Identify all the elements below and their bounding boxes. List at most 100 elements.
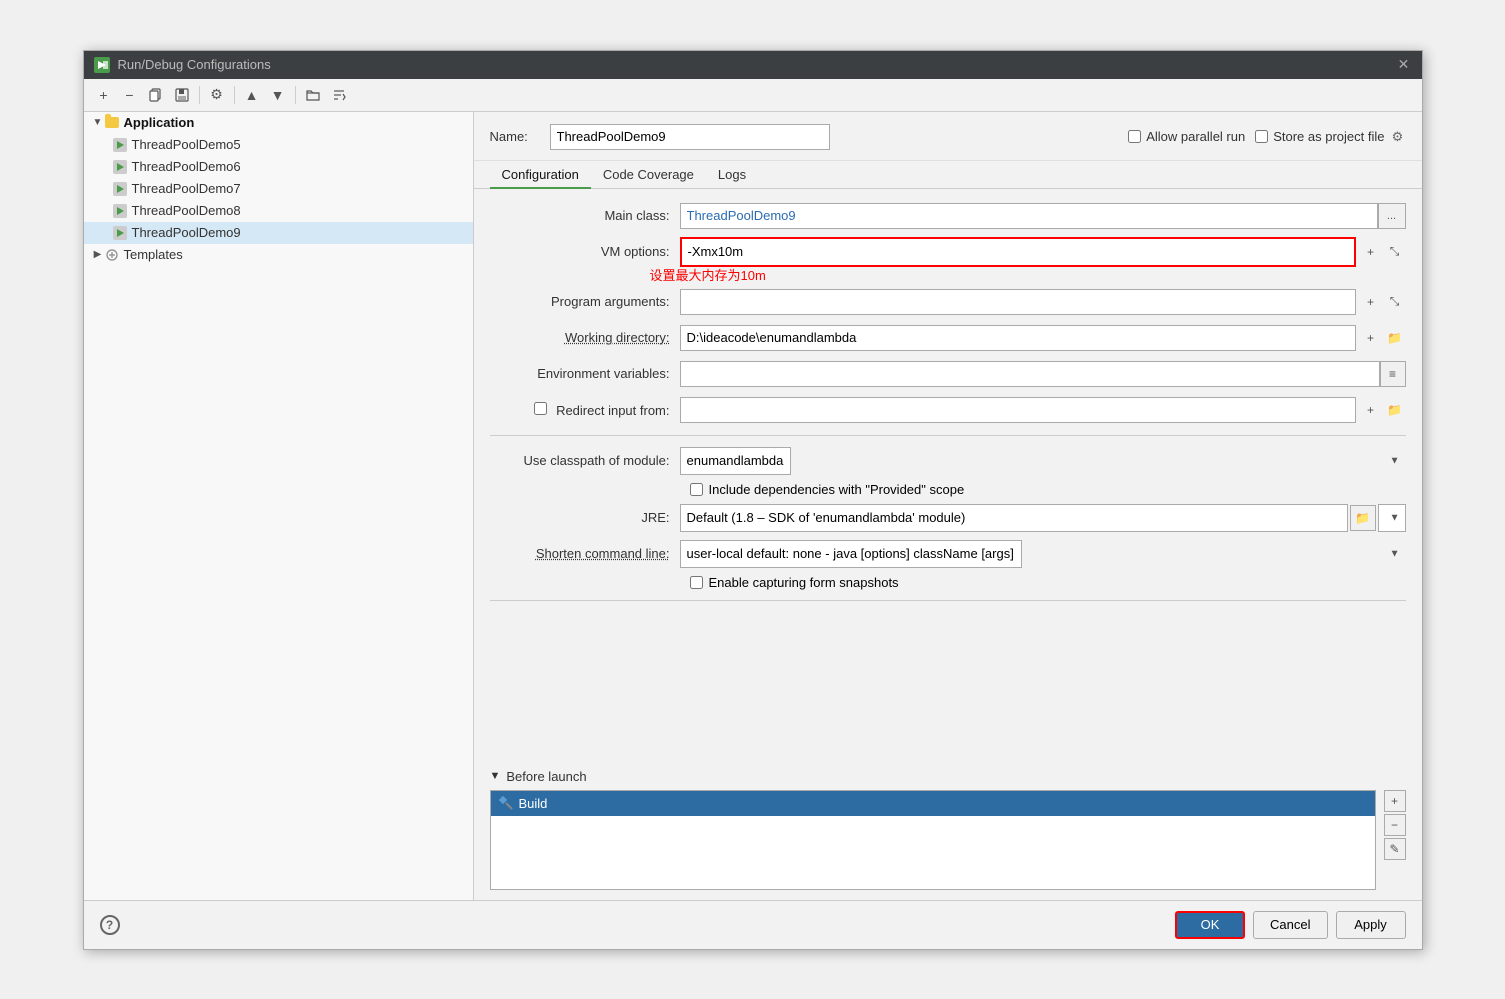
include-deps-row: Include dependencies with "Provided" sco… [490,482,1406,497]
program-args-label: Program arguments: [490,294,680,309]
copy-config-button[interactable] [144,83,168,107]
tree-item-demo8[interactable]: ThreadPoolDemo8 [84,200,473,222]
redirect-input[interactable] [680,397,1356,423]
args-add-button[interactable]: + [1360,291,1382,313]
tree-item-demo5-label: ThreadPoolDemo5 [132,137,241,152]
tab-configuration[interactable]: Configuration [490,161,591,189]
tree-item-demo6[interactable]: ThreadPoolDemo6 [84,156,473,178]
classpath-module-select[interactable]: enumandlambda [680,447,791,475]
left-panel: ▼ Application ThreadPoolDemo5 [84,112,474,900]
redirect-add-button[interactable]: + [1360,399,1382,421]
run-config-icon [112,225,128,241]
title-bar: Run/Debug Configurations ✕ [84,51,1422,79]
launch-item-build[interactable]: Build [491,791,1375,816]
redirect-checkbox[interactable] [534,402,547,415]
before-launch-section: ▼ Before launch Build + [474,769,1422,900]
add-config-button[interactable]: + [92,83,116,107]
dialog-title: Run/Debug Configurations [118,57,1388,72]
jre-input[interactable] [680,504,1348,532]
tree-application-group[interactable]: ▼ Application [84,112,473,134]
include-deps-checkbox[interactable] [690,483,703,496]
before-launch-label: Before launch [506,769,586,784]
folder-icon [104,115,120,131]
working-dir-label: Working directory: [490,330,680,345]
main-class-input[interactable] [680,203,1378,229]
enable-snapshots-row: Enable capturing form snapshots [490,575,1406,590]
before-launch-add-button[interactable]: + [1384,790,1406,812]
shorten-cmd-select-wrapper: user-local default: none - java [options… [680,540,1406,568]
tree-item-demo9[interactable]: ThreadPoolDemo9 [84,222,473,244]
tree-item-demo5[interactable]: ThreadPoolDemo5 [84,134,473,156]
before-launch-arrow[interactable]: ▼ [490,770,501,782]
name-input[interactable] [550,124,830,150]
help-button[interactable]: ? [100,915,120,935]
env-vars-label: Environment variables: [490,366,680,381]
allow-parallel-label: Allow parallel run [1146,129,1245,144]
ok-button[interactable]: OK [1175,911,1245,939]
run-config-icon [112,137,128,153]
working-dir-input[interactable] [680,325,1356,351]
gear-icon[interactable]: ⚙ [1390,129,1406,145]
enable-snapshots-checkbox[interactable] [690,576,703,589]
program-args-input[interactable] [680,289,1356,315]
args-expand-button[interactable]: ⤡ [1384,291,1406,313]
working-dir-actions: + 📁 [1360,327,1406,349]
sort-button[interactable] [327,83,351,107]
tabs-row: Configuration Code Coverage Logs [474,161,1422,189]
cancel-button[interactable]: Cancel [1253,911,1327,939]
jre-dropdown[interactable] [1378,504,1406,532]
save-config-button[interactable] [170,83,194,107]
move-down-button[interactable]: ▼ [266,83,290,107]
main-class-label: Main class: [490,208,680,223]
close-button[interactable]: ✕ [1396,57,1412,73]
divider1 [490,435,1406,436]
vm-options-label: VM options: [490,244,680,259]
remove-config-button[interactable]: − [118,83,142,107]
main-content: ▼ Application ThreadPoolDemo5 [84,112,1422,900]
toolbar: + − ⚙ ▲ ▼ [84,79,1422,112]
vm-options-actions: + ⤡ [1360,241,1406,263]
store-project-checkbox[interactable] [1255,130,1268,143]
shorten-cmd-row: Shorten command line: user-local default… [490,539,1406,569]
vm-options-input[interactable] [682,239,1354,265]
apply-button[interactable]: Apply [1336,911,1406,939]
before-launch-content: Build + − ✎ [490,790,1406,890]
allow-parallel-checkbox[interactable] [1128,130,1141,143]
tab-logs[interactable]: Logs [706,161,758,189]
include-deps-label: Include dependencies with "Provided" sco… [709,482,965,497]
wrench-button[interactable]: ⚙ [205,83,229,107]
run-debug-dialog: Run/Debug Configurations ✕ + − ⚙ ▲ ▼ [83,50,1423,950]
main-class-browse-button[interactable]: ... [1378,203,1406,229]
app-icon [94,57,110,73]
program-args-actions: + ⤡ [1360,291,1406,313]
move-up-button[interactable]: ▲ [240,83,264,107]
redirect-browse-button[interactable]: 📁 [1384,399,1406,421]
classpath-module-select-wrapper: enumandlambda [680,447,1406,475]
launch-side-buttons: + − ✎ [1384,790,1406,890]
shorten-cmd-select[interactable]: user-local default: none - java [options… [680,540,1022,568]
env-vars-input[interactable] [680,361,1380,387]
run-config-icon [112,203,128,219]
vm-expand-button[interactable]: ⤡ [1384,241,1406,263]
jre-wrapper: 📁 [680,504,1406,532]
right-panel: Name: Allow parallel run Store as projec… [474,112,1422,900]
vm-add-button[interactable]: + [1360,241,1382,263]
before-launch-remove-button[interactable]: − [1384,814,1406,836]
jre-label: JRE: [490,510,680,525]
move-to-folder-button[interactable] [301,83,325,107]
application-arrow: ▼ [92,117,104,128]
tree-item-demo7[interactable]: ThreadPoolDemo7 [84,178,473,200]
launch-item-build-label: Build [519,796,548,811]
jre-row: JRE: 📁 [490,503,1406,533]
name-row: Name: Allow parallel run Store as projec… [474,112,1422,161]
tab-code-coverage[interactable]: Code Coverage [591,161,706,189]
application-label: Application [124,115,195,130]
working-dir-add-button[interactable]: + [1360,327,1382,349]
name-label: Name: [490,129,540,144]
tree-item-demo6-label: ThreadPoolDemo6 [132,159,241,174]
jre-browse-button[interactable]: 📁 [1350,505,1376,531]
tree-templates-group[interactable]: ▶ Templates [84,244,473,266]
before-launch-edit-button[interactable]: ✎ [1384,838,1406,860]
working-dir-browse-button[interactable]: 📁 [1384,327,1406,349]
env-vars-edit-button[interactable]: ≡ [1380,361,1406,387]
